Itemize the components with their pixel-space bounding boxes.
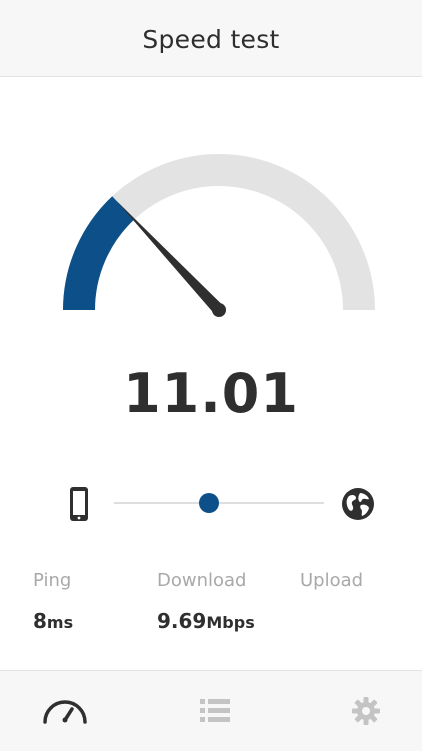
progress-track	[114, 502, 324, 504]
download-label: Download	[157, 570, 247, 591]
upload-label: Upload	[300, 570, 364, 591]
ping-value: 8	[33, 609, 47, 633]
tab-settings[interactable]	[310, 671, 422, 751]
ping-stat: Ping 8ms	[33, 570, 73, 633]
download-stat: Download 9.69Mbps	[157, 570, 255, 633]
ping-value-row: 8ms	[33, 609, 73, 633]
progress-knob	[198, 493, 219, 513]
globe-icon	[342, 488, 374, 520]
tab-bar	[0, 670, 422, 751]
upload-stat: Upload	[300, 570, 363, 609]
phone-icon	[70, 487, 88, 521]
download-value-row: 9.69Mbps	[157, 609, 255, 633]
gauge-track	[63, 154, 375, 311]
tab-history[interactable]	[150, 671, 280, 751]
speed-gauge	[63, 154, 375, 317]
gauge-needle-hub	[212, 303, 226, 317]
download-value: 9.69	[157, 609, 207, 633]
test-progress	[0, 480, 422, 528]
tab-speed-test[interactable]	[0, 671, 130, 751]
header: Speed test	[0, 0, 422, 77]
gear-icon	[352, 697, 380, 725]
ping-label: Ping	[33, 570, 72, 591]
current-speed-value: 11.01	[123, 362, 299, 425]
ping-unit: ms	[46, 613, 74, 632]
gauge-needle	[116, 200, 224, 315]
stats-panel: Ping 8ms Download 9.69Mbps Upload	[0, 570, 422, 650]
download-unit: Mbps	[206, 613, 255, 632]
page-title: Speed test	[142, 24, 280, 54]
gauge-fill	[63, 196, 135, 311]
list-icon	[200, 699, 230, 722]
speedometer-icon	[43, 700, 87, 724]
